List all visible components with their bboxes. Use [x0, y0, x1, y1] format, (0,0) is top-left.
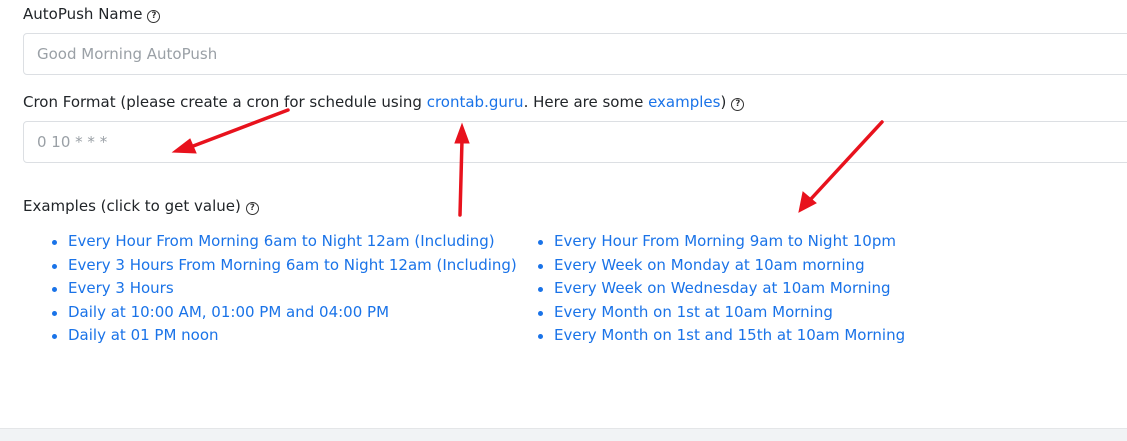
- examples-label: Examples (click to get value)?: [23, 196, 259, 216]
- list-item: Every 3 Hours From Morning 6am to Night …: [45, 254, 517, 278]
- list-item: Every Week on Monday at 10am morning: [531, 254, 905, 278]
- example-link[interactable]: Daily at 10:00 AM, 01:00 PM and 04:00 PM: [68, 303, 389, 321]
- cron-label-prefix: Cron Format (please create a cron for sc…: [23, 93, 427, 111]
- example-link[interactable]: Every Hour From Morning 9am to Night 10p…: [554, 232, 896, 250]
- cron-format-field[interactable]: [23, 121, 1127, 163]
- list-item: Daily at 01 PM noon: [45, 324, 517, 348]
- example-link[interactable]: Every 3 Hours From Morning 6am to Night …: [68, 256, 517, 274]
- cron-label-middle: . Here are some: [523, 93, 649, 111]
- example-link[interactable]: Every Month on 1st at 10am Morning: [554, 303, 833, 321]
- examples-list-right: Every Hour From Morning 9am to Night 10p…: [531, 230, 905, 348]
- cron-format-input[interactable]: [24, 122, 1127, 162]
- annotation-arrowhead: [798, 191, 817, 213]
- help-icon[interactable]: ?: [147, 10, 161, 23]
- examples-link[interactable]: examples: [648, 93, 720, 111]
- help-icon[interactable]: ?: [245, 202, 259, 215]
- help-icon[interactable]: ?: [731, 98, 745, 111]
- example-link[interactable]: Daily at 01 PM noon: [68, 326, 219, 344]
- example-link[interactable]: Every Hour From Morning 6am to Night 12a…: [68, 232, 495, 250]
- example-link[interactable]: Every Month on 1st and 15th at 10am Morn…: [554, 326, 905, 344]
- autopush-name-input[interactable]: [24, 34, 1127, 74]
- example-link[interactable]: Every Week on Wednesday at 10am Morning: [554, 279, 891, 297]
- bottom-bar: [0, 428, 1127, 441]
- crontab-guru-link[interactable]: crontab.guru: [427, 93, 524, 111]
- examples-label-text: Examples (click to get value): [23, 197, 241, 215]
- list-item: Every 3 Hours: [45, 277, 517, 301]
- list-item: Every Month on 1st at 10am Morning: [531, 301, 905, 325]
- example-link[interactable]: Every 3 Hours: [68, 279, 174, 297]
- autopush-name-label-text: AutoPush Name: [23, 5, 143, 23]
- list-item: Daily at 10:00 AM, 01:00 PM and 04:00 PM: [45, 301, 517, 325]
- list-item: Every Week on Wednesday at 10am Morning: [531, 277, 905, 301]
- autopush-name-label: AutoPush Name?: [23, 4, 161, 24]
- list-item: Every Month on 1st and 15th at 10am Morn…: [531, 324, 905, 348]
- autopush-name-field[interactable]: [23, 33, 1127, 75]
- cron-label-suffix: ): [720, 93, 727, 111]
- list-item: Every Hour From Morning 6am to Night 12a…: [45, 230, 517, 254]
- examples-list-left: Every Hour From Morning 6am to Night 12a…: [45, 230, 517, 348]
- example-link[interactable]: Every Week on Monday at 10am morning: [554, 256, 865, 274]
- cron-format-label: Cron Format (please create a cron for sc…: [23, 92, 745, 112]
- list-item: Every Hour From Morning 9am to Night 10p…: [531, 230, 905, 254]
